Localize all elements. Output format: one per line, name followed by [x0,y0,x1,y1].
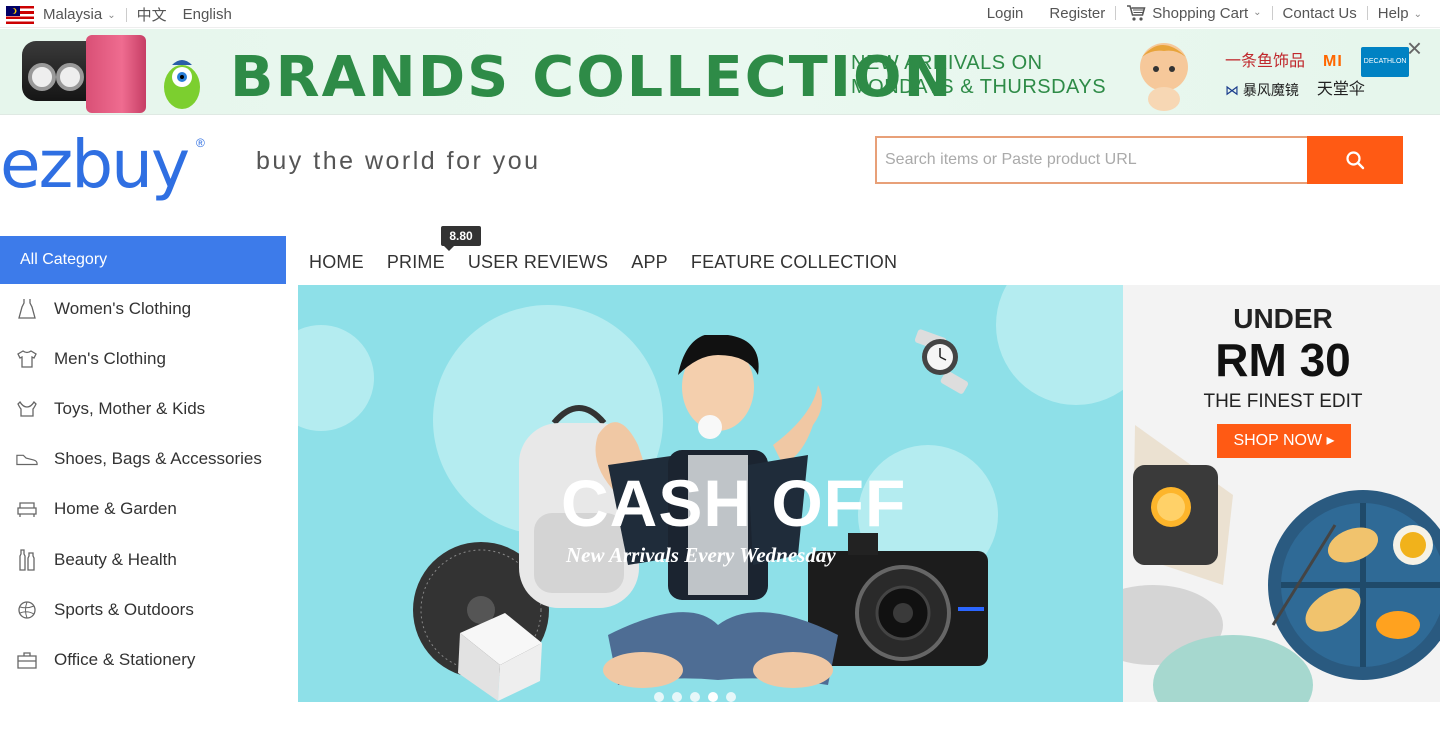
slogan: buy the world for you [256,147,541,175]
account-links: Login Register Shopping Cart ⌄ Contact Us… [987,4,1422,22]
category-office-stationery[interactable]: Office & Stationery [0,635,286,685]
promo-subtitle: NEW ARRIVALS ON MONDAYS & THURSDAYS [851,51,1106,99]
all-category-button[interactable]: All Category [0,236,286,284]
help-label: Help [1377,4,1409,22]
nav-user-reviews[interactable]: USER REVIEWS [468,252,608,273]
search-input[interactable] [877,138,1307,182]
help-menu[interactable]: Help ⌄ [1378,5,1422,22]
sofa-icon [16,498,38,520]
category-more[interactable] [0,685,286,735]
nav-app[interactable]: APP [631,252,668,273]
nav-home[interactable]: HOME [309,252,364,273]
bib-icon [16,398,38,420]
category-label: Shoes, Bags & Accessories [54,449,262,468]
carousel-dot[interactable] [654,692,664,702]
category-label: Men's Clothing [54,349,166,368]
promo-subtitle-line2: MONDAYS & THURSDAYS [851,76,1107,98]
nav-feature-collection[interactable]: FEATURE COLLECTION [691,252,897,273]
cube-light-image [458,613,542,701]
search-button[interactable] [1307,136,1403,184]
kitchenware-image [1123,425,1440,702]
search-bar [875,136,1403,184]
power-bank-image [86,35,146,113]
ball-icon [16,599,38,621]
top-bar: Malaysia ⌄ 中文 English Login Register Shop… [0,0,1440,28]
decor-circle [298,325,374,431]
promo-title: BRANDS COLLECTION [230,45,954,110]
shoe-icon [16,448,38,470]
brand-mi-logo: MI [1323,53,1343,70]
category-sidebar: Women's Clothing Men's Clothing Toys, Mo… [0,284,286,702]
watch-image [914,329,969,394]
category-label: Toys, Mother & Kids [54,399,206,418]
green-monster-toy-image [164,60,200,109]
shopping-cart-link[interactable]: Shopping Cart ⌄ [1126,4,1262,22]
ad-line-under: UNDER [1233,303,1333,334]
divider [1366,6,1368,20]
carousel-dots [654,692,736,702]
malaysia-flag-icon [6,5,34,24]
category-home-garden[interactable]: Home & Garden [0,484,286,534]
category-shoes-bags-accessories[interactable]: Shoes, Bags & Accessories [0,434,286,484]
carousel-dot[interactable] [690,692,700,702]
category-label: Office & Stationery [54,650,196,669]
country-label: Malaysia [43,6,103,23]
category-label: Sports & Outdoors [54,600,194,619]
chevron-down-icon: ⌄ [1253,6,1262,18]
register-link[interactable]: Register [1049,5,1105,22]
shopping-cart-label: Shopping Cart [1152,4,1249,22]
under-rm30-ad[interactable]: UNDER RM 30 THE FINEST EDIT SHOP NOW ▸ [1123,285,1440,702]
category-label: Home & Garden [54,499,177,518]
language-en-link[interactable]: English [183,6,232,23]
tshirt-icon [16,348,38,370]
category-mens-clothing[interactable]: Men's Clothing [0,334,286,384]
divider [1271,6,1273,20]
angel-doll-image [1140,43,1188,111]
brand-decathlon-logo: DECATHLON [1360,47,1410,77]
category-label: Women's Clothing [54,299,192,318]
close-icon[interactable]: × [1407,35,1422,61]
hero-title: CASH OFF [561,466,907,540]
country-selector[interactable]: Malaysia ⌄ [43,6,116,23]
category-sports-outdoors[interactable]: Sports & Outdoors [0,585,286,635]
prime-badge: 8.80 [441,226,481,251]
brand-tiantangsan-logo: 天堂伞 [1316,81,1365,98]
search-icon [1346,151,1365,170]
decor-circle [996,285,1123,405]
main-nav: HOME PRIME USER REVIEWS APP FEATURE COLL… [309,252,920,273]
briefcase-icon [16,649,38,671]
login-link[interactable]: Login [987,5,1024,22]
brand-baofeng-logo: ⋈ 暴风魔镜 [1225,82,1299,98]
brand-logos: 一条鱼饰品 MI DECATHLON ⋈ 暴风魔镜 天堂伞 [1225,47,1410,103]
brand-yitiaoyu-logo: 一条鱼饰品 [1225,53,1306,70]
promo-subtitle-line1: NEW ARRIVALS ON [851,52,1043,74]
chevron-down-icon: ⌄ [107,10,116,21]
carousel-dot[interactable] [726,692,736,702]
registered-mark: ® [196,136,205,150]
category-more-icon [16,699,38,721]
divider [125,7,127,22]
nav-prime[interactable]: PRIME [387,252,445,273]
bottles-icon [16,549,38,571]
contact-us-link[interactable]: Contact Us [1283,5,1357,22]
cart-icon [1127,5,1146,21]
category-womens-clothing[interactable]: Women's Clothing [0,284,286,334]
divider [1115,6,1117,20]
category-label: Beauty & Health [54,550,177,569]
category-beauty-health[interactable]: Beauty & Health [0,535,286,585]
brands-collection-banner[interactable]: BRANDS COLLECTION NEW ARRIVALS ON MONDAY… [0,29,1440,115]
ad-price: RM 30 [1215,334,1351,386]
dress-icon [16,298,38,320]
hero-carousel[interactable]: CASH OFF New Arrivals Every Wednesday [298,285,1123,702]
chevron-down-icon: ⌄ [1413,8,1422,20]
ezbuy-logo[interactable]: ezbuy [0,126,190,204]
category-toys-mother-kids[interactable]: Toys, Mother & Kids [0,384,286,434]
hero-subtitle: New Arrivals Every Wednesday [566,543,836,567]
region-language-selector: Malaysia ⌄ 中文 English [6,4,232,25]
language-zh-link[interactable]: 中文 [137,4,167,25]
carousel-dot[interactable] [672,692,682,702]
ad-finest-edit: THE FINEST EDIT [1203,391,1363,412]
carousel-dot-active[interactable] [708,692,718,702]
